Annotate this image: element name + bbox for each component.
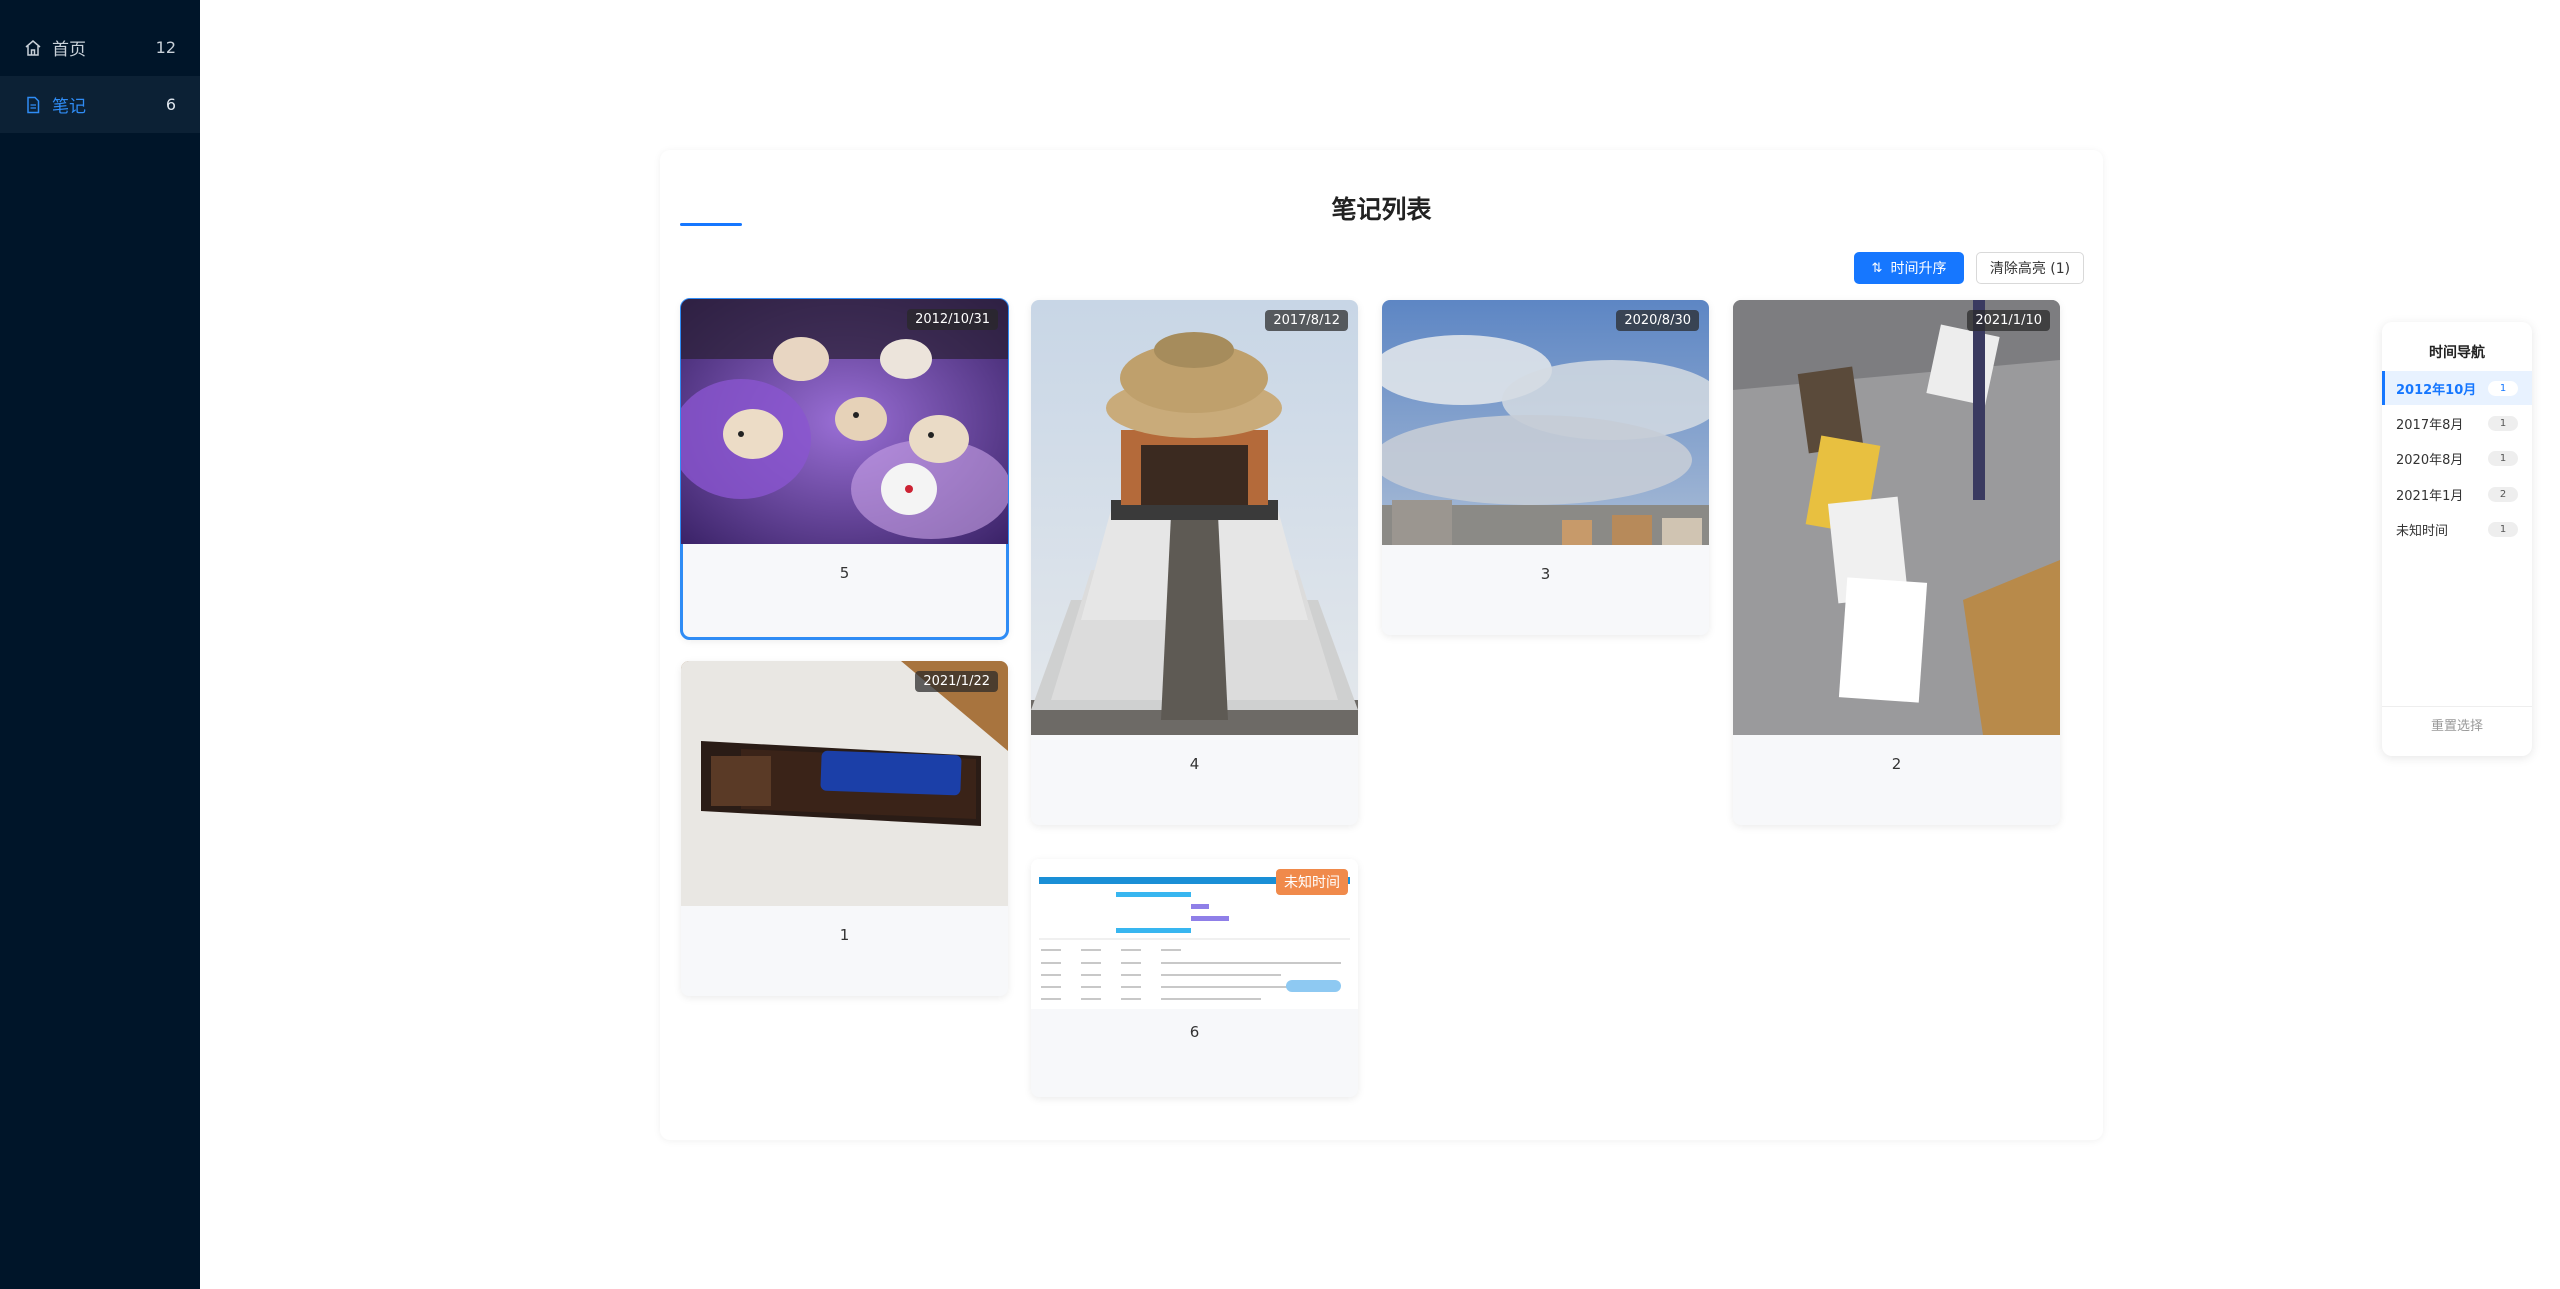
divider bbox=[2382, 706, 2532, 707]
sidebar-item-label: 首页 bbox=[52, 40, 86, 60]
timeline-item[interactable]: 2021年1月 2 bbox=[2382, 477, 2532, 511]
date-badge: 2012/10/31 bbox=[907, 309, 998, 330]
note-thumbnail: 2021/1/10 bbox=[1733, 300, 2060, 735]
sort-icon: ⇅ bbox=[1871, 260, 1883, 276]
note-card[interactable]: 未知时间 6 bbox=[1031, 859, 1358, 1097]
note-thumbnail: 2020/8/30 bbox=[1382, 300, 1709, 545]
note-card[interactable]: 2012/10/31 5 bbox=[680, 298, 1009, 640]
note-card-title: 3 bbox=[1540, 565, 1551, 583]
note-card[interactable]: 2017/8/12 4 bbox=[1031, 300, 1358, 825]
note-card-title: 4 bbox=[1189, 755, 1200, 773]
timeline-item-label: 2017年8月 bbox=[2396, 417, 2464, 433]
page-title: 笔记列表 bbox=[1331, 195, 1432, 224]
clear-highlight-button[interactable]: 清除高亮 (1) bbox=[1976, 252, 2084, 284]
sort-button-label: 时间升序 bbox=[1890, 261, 1947, 277]
sidebar-item-count: 6 bbox=[165, 95, 176, 114]
timeline-item-count: 1 bbox=[2488, 415, 2518, 431]
timeline-item-count: 2 bbox=[2488, 486, 2518, 502]
note-card[interactable]: 2021/1/10 2 bbox=[1733, 300, 2060, 825]
timeline-item-count: 1 bbox=[2488, 521, 2518, 537]
title-underline bbox=[680, 223, 742, 226]
timeline-item-label: 2012年10月 bbox=[2396, 382, 2477, 398]
timeline-item[interactable]: 2012年10月 1 bbox=[2382, 371, 2532, 405]
note-card[interactable]: 2021/1/22 1 bbox=[681, 661, 1008, 996]
date-badge: 2020/8/30 bbox=[1616, 310, 1699, 331]
note-card-title: 1 bbox=[839, 926, 850, 944]
timeline-item-count: 1 bbox=[2488, 450, 2518, 466]
notes-panel: 笔记列表 ⇅ 时间升序 清除高亮 (1) 2012/10/31 5 2017/8… bbox=[660, 150, 2103, 1140]
timeline-item[interactable]: 2020年8月 1 bbox=[2382, 441, 2532, 475]
timeline-item[interactable]: 2017年8月 1 bbox=[2382, 406, 2532, 440]
timeline-nav: 时间导航 2012年10月 1 2017年8月 1 2020年8月 1 2021… bbox=[2382, 322, 2532, 756]
timeline-item-label: 2020年8月 bbox=[2396, 452, 2464, 468]
timeline-item-label: 未知时间 bbox=[2396, 523, 2449, 539]
sidebar-item-home[interactable]: 首页 12 bbox=[0, 19, 200, 76]
reset-selection-button[interactable]: 重置选择 bbox=[2382, 715, 2532, 734]
note-thumbnail: 2017/8/12 bbox=[1031, 300, 1358, 735]
note-card-title: 6 bbox=[1189, 1023, 1200, 1041]
sort-time-asc-button[interactable]: ⇅ 时间升序 bbox=[1854, 252, 1964, 284]
timeline-item-label: 2021年1月 bbox=[2396, 488, 2464, 504]
date-badge: 2021/1/10 bbox=[1967, 310, 2050, 331]
date-badge: 2017/8/12 bbox=[1265, 310, 1348, 331]
note-thumbnail: 未知时间 bbox=[1031, 859, 1358, 1009]
sidebar-item-label: 笔记 bbox=[52, 97, 86, 117]
home-icon bbox=[24, 39, 42, 57]
timeline-item-count: 1 bbox=[2488, 380, 2518, 396]
note-card-title: 2 bbox=[1891, 755, 1902, 773]
note-thumbnail: 2012/10/31 bbox=[681, 299, 1008, 544]
timeline-item[interactable]: 未知时间 1 bbox=[2382, 512, 2532, 546]
note-thumbnail: 2021/1/22 bbox=[681, 661, 1008, 906]
date-badge: 2021/1/22 bbox=[915, 671, 998, 692]
sidebar-item-count: 12 bbox=[155, 38, 176, 57]
sidebar: 首页 12 笔记 6 bbox=[0, 0, 200, 1289]
date-badge: 未知时间 bbox=[1276, 869, 1348, 895]
sidebar-item-notes[interactable]: 笔记 6 bbox=[0, 76, 200, 133]
document-icon bbox=[24, 96, 42, 114]
timeline-nav-title: 时间导航 bbox=[2429, 345, 2485, 361]
note-card-title: 5 bbox=[839, 564, 850, 582]
note-card[interactable]: 2020/8/30 3 bbox=[1382, 300, 1709, 635]
